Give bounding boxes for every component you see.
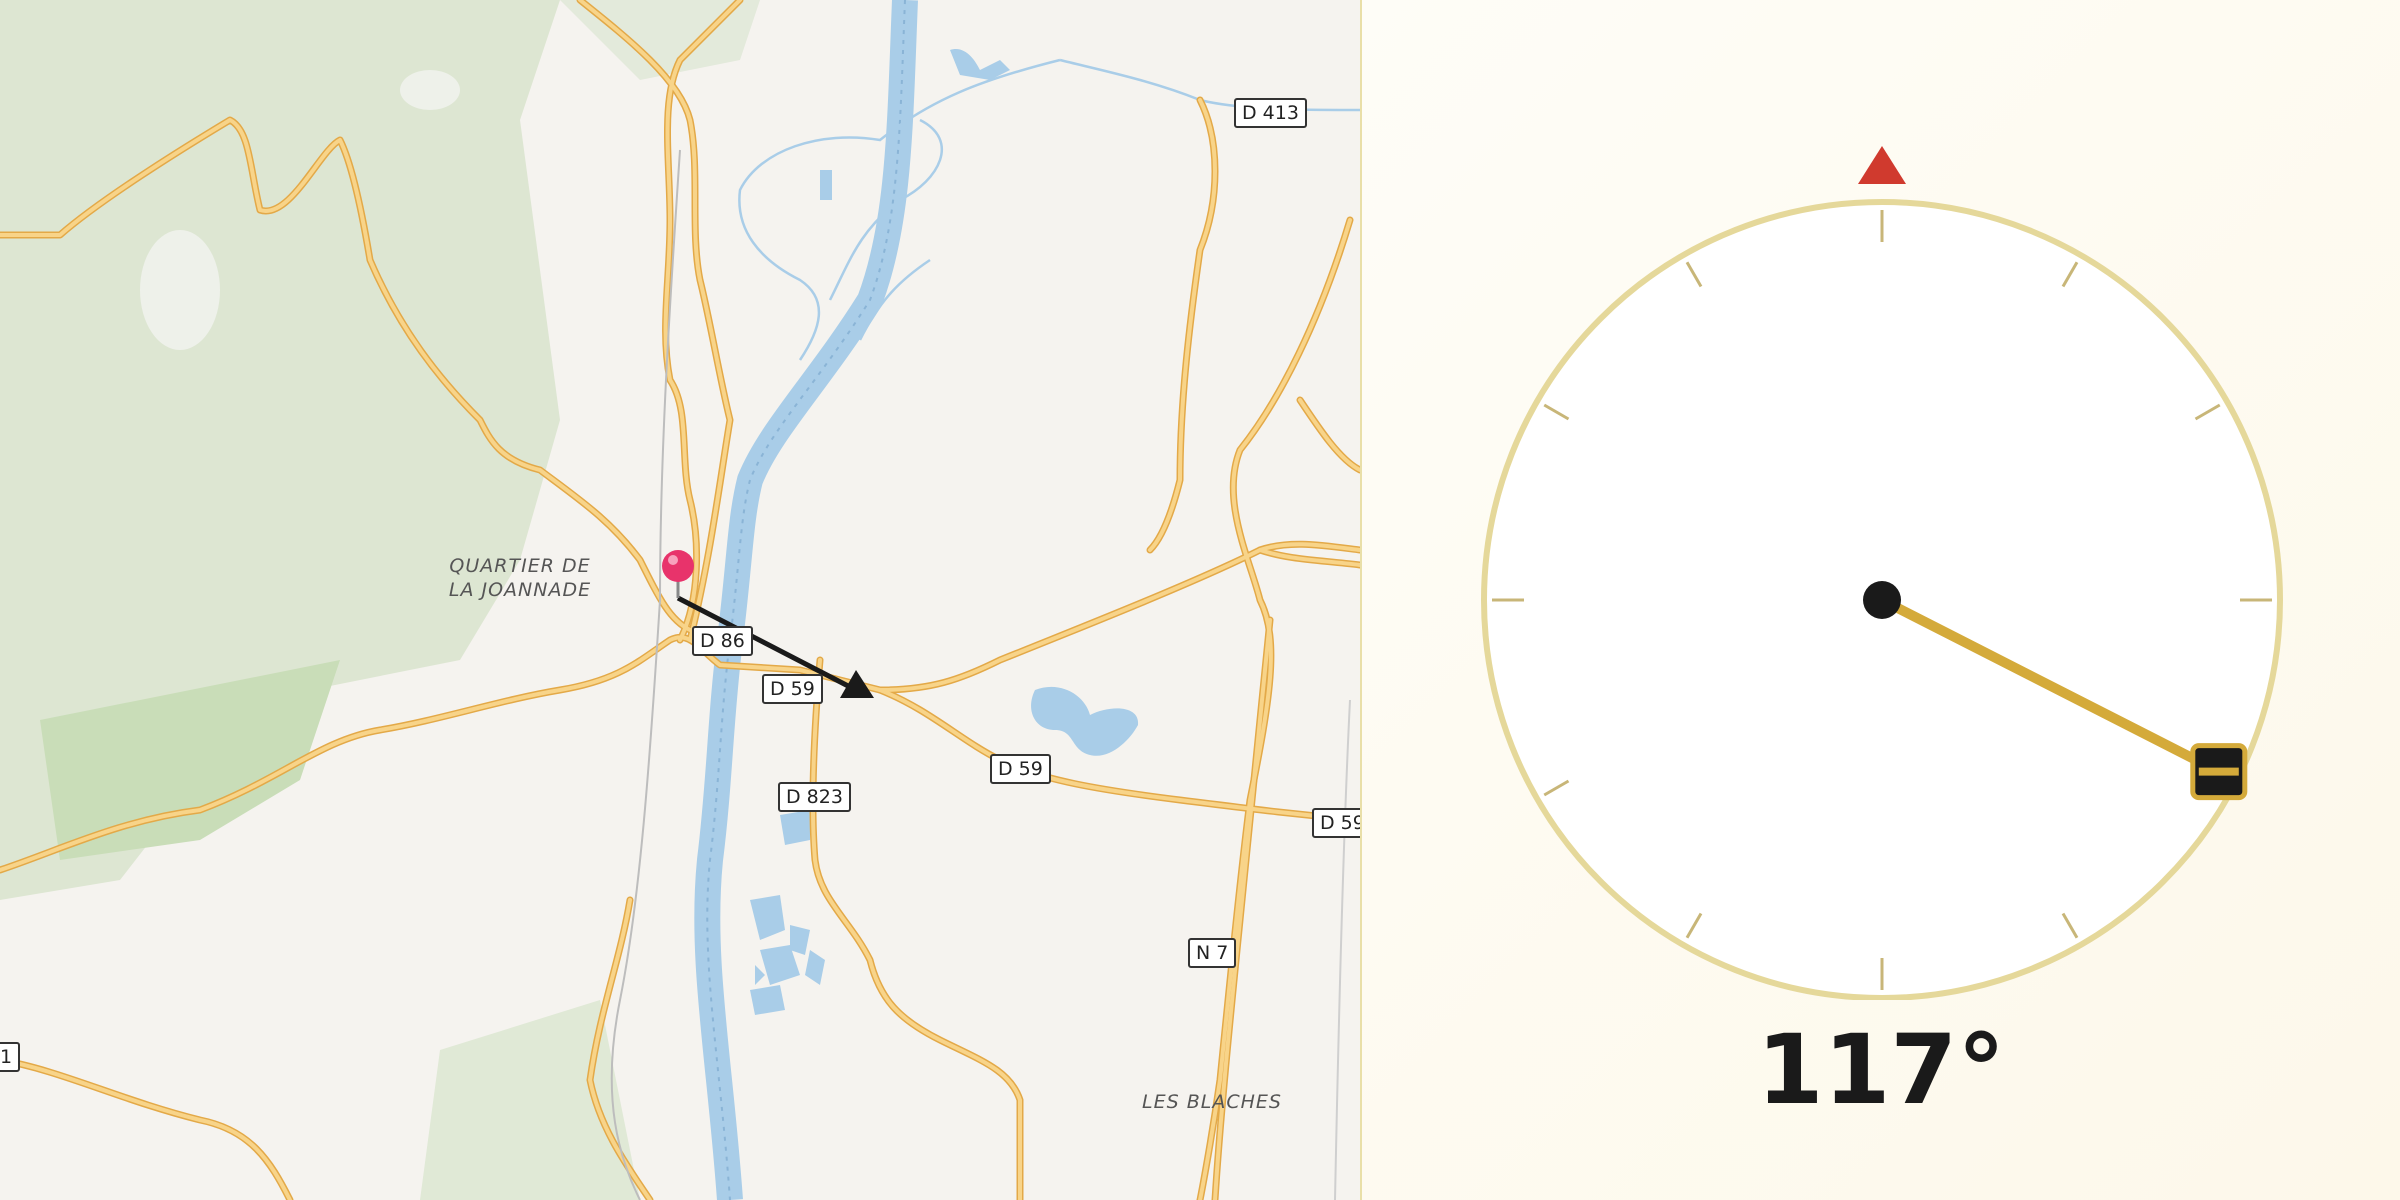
river bbox=[694, 0, 918, 1200]
north-triangle-icon bbox=[1858, 146, 1906, 184]
railway bbox=[1334, 699, 1351, 1200]
clearing bbox=[140, 230, 220, 350]
pond bbox=[780, 810, 810, 845]
road-label-edge: 1 bbox=[0, 1042, 21, 1072]
map-view[interactable]: D 413 D 86 D 59 D 59 D 59 D 823 N 7 1 QU… bbox=[0, 0, 1362, 1200]
road-label-d86: D 86 bbox=[692, 626, 753, 656]
pond bbox=[750, 985, 785, 1015]
road-label-d413: D 413 bbox=[1234, 98, 1307, 128]
clearing bbox=[400, 70, 460, 110]
needle-handle-icon[interactable] bbox=[2190, 743, 2248, 801]
compass-panel: 117° bbox=[1362, 0, 2400, 1200]
lake bbox=[950, 49, 1010, 80]
road-label-d59: D 59 bbox=[1312, 808, 1360, 838]
forest-area-4 bbox=[420, 1000, 640, 1200]
map-canvas bbox=[0, 0, 1360, 1200]
compass-hub bbox=[1863, 581, 1901, 619]
lake bbox=[820, 170, 832, 200]
road-label-d823: D 823 bbox=[778, 782, 851, 812]
place-label-line: QUARTIER DE bbox=[449, 555, 591, 577]
compass-dial[interactable] bbox=[1362, 0, 2400, 1000]
pond bbox=[805, 950, 825, 985]
pond bbox=[790, 925, 810, 955]
road-label-n7: N 7 bbox=[1188, 938, 1237, 968]
place-label-les-blaches: LES BLACHES bbox=[1142, 1091, 1282, 1113]
pond bbox=[750, 895, 785, 940]
stream bbox=[1059, 58, 1360, 112]
road-label-d59: D 59 bbox=[762, 674, 823, 704]
road-label-d59: D 59 bbox=[990, 754, 1051, 784]
railway bbox=[610, 149, 681, 1200]
map-pin-icon bbox=[662, 550, 694, 598]
place-label-quartier: QUARTIER DE LA JOANNADE bbox=[440, 554, 600, 602]
heading-readout: 117° bbox=[1756, 1014, 2006, 1126]
place-label-line: LA JOANNADE bbox=[448, 579, 592, 601]
pond bbox=[755, 965, 765, 985]
lake bbox=[1031, 686, 1139, 756]
